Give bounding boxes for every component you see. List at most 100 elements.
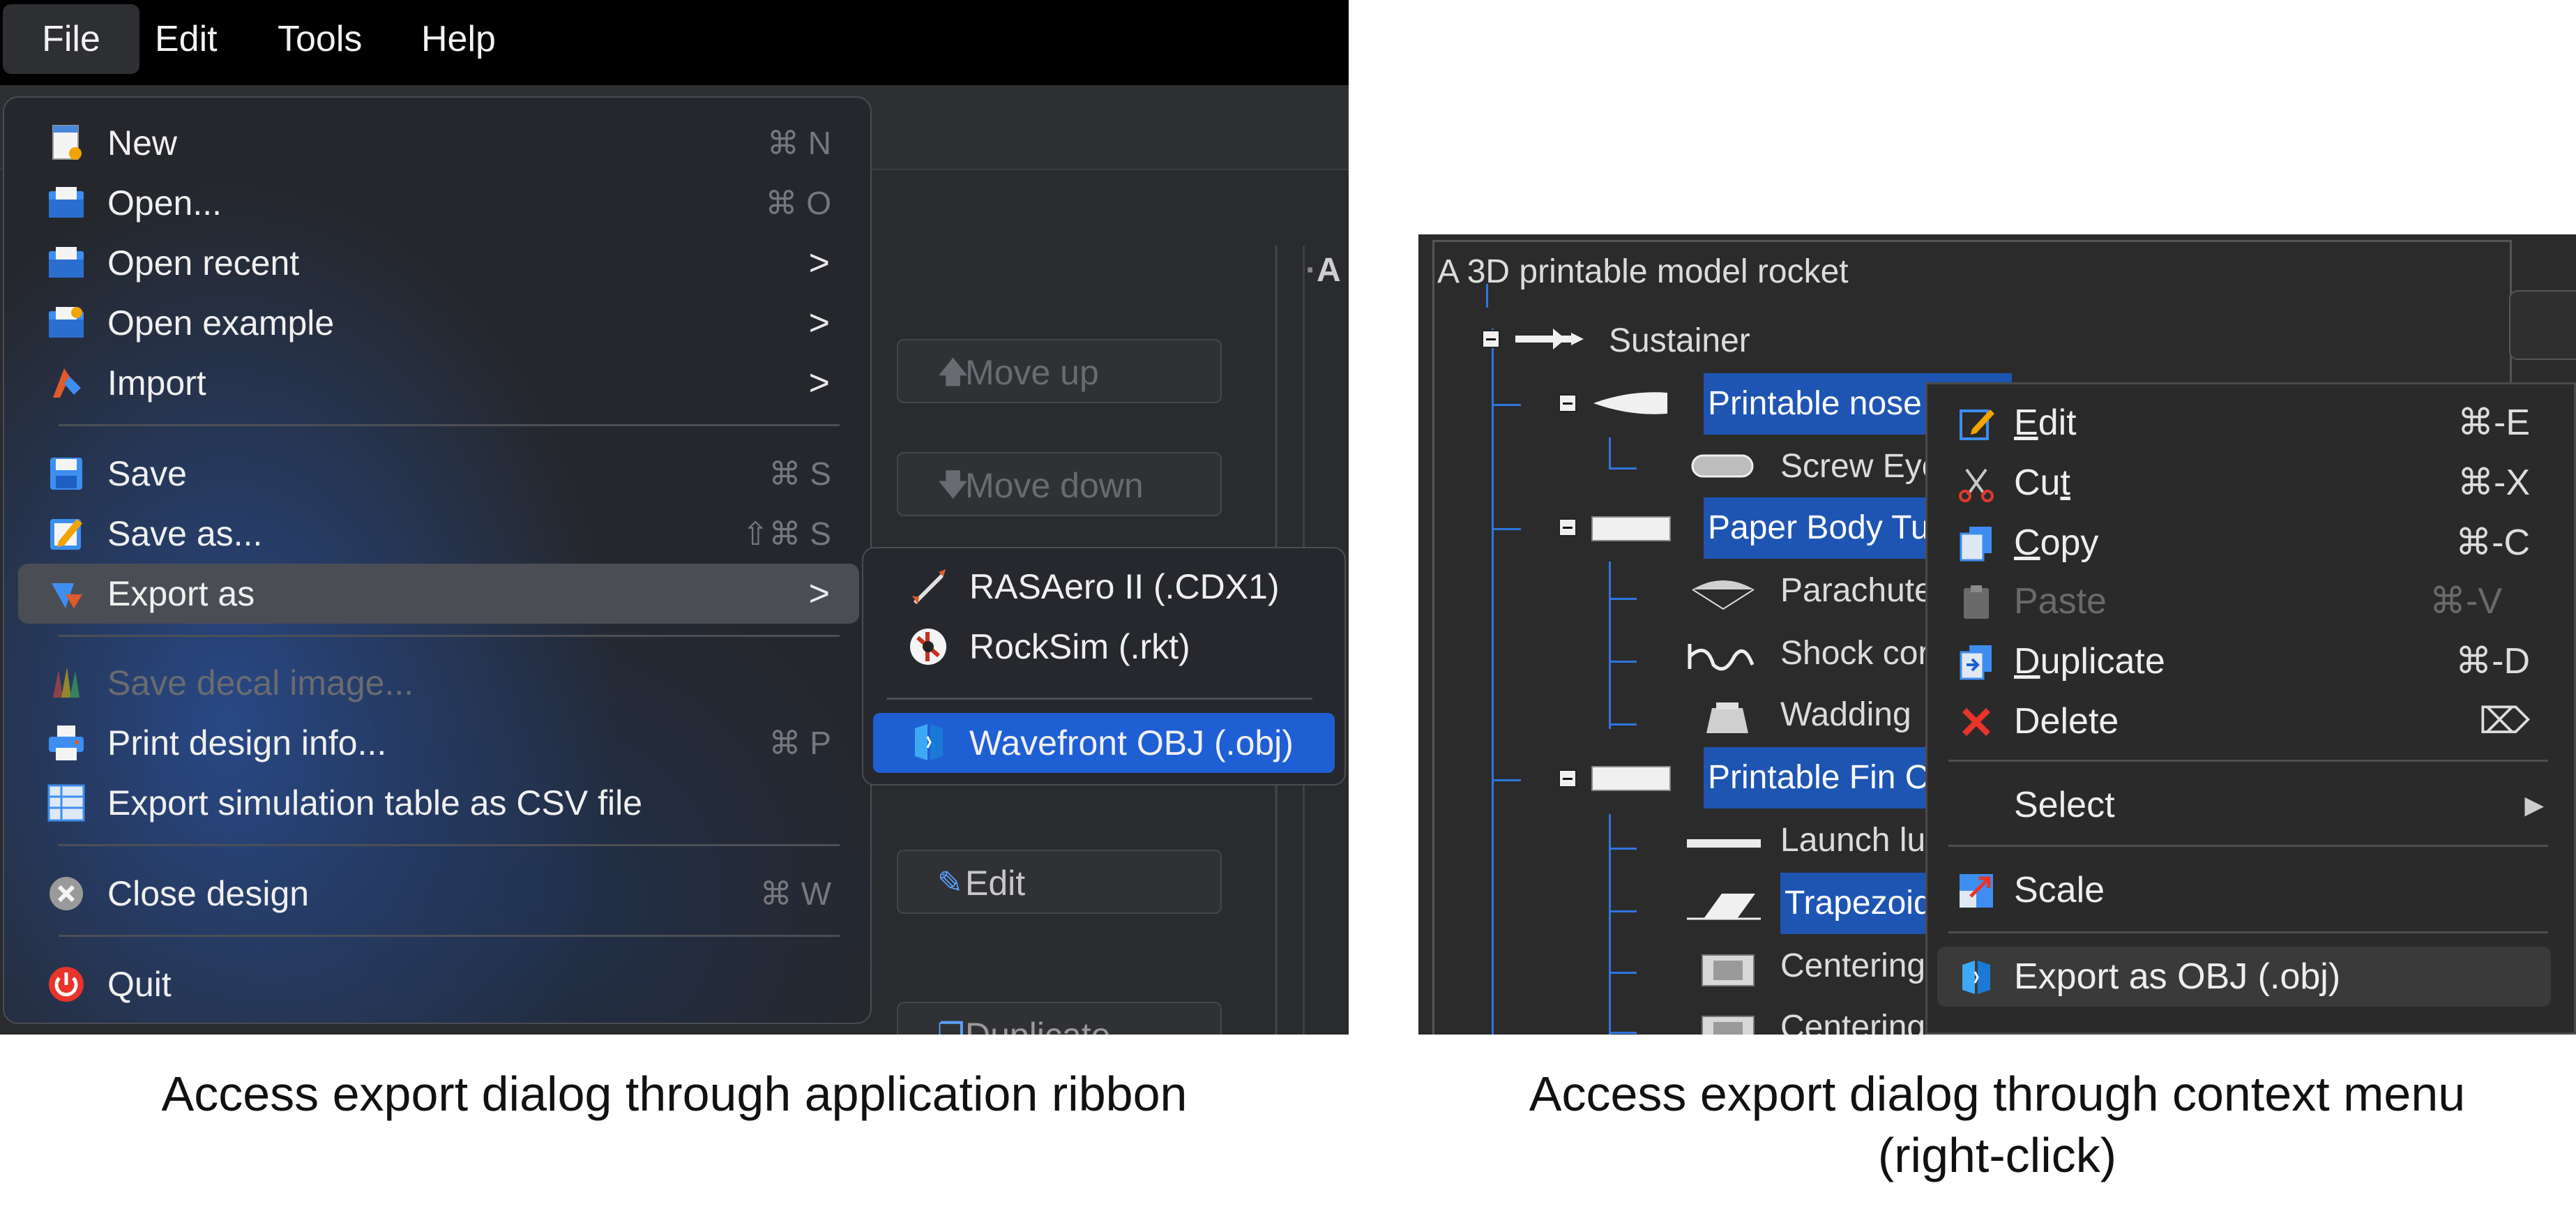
copy-icon <box>1960 527 1992 562</box>
new-file-icon <box>52 125 82 160</box>
menu-item-close-design[interactable]: Close design ⌘ W <box>18 864 859 924</box>
centering-ring-icon <box>1702 1016 1755 1035</box>
chevron-right-icon: > <box>808 363 830 403</box>
app-ribbon-screenshot: File Edit Tools Help ·A 🡅 Move up 🡇 Move d… <box>0 0 1349 1035</box>
edit-icon <box>1960 409 1994 440</box>
body-tube-icon <box>1591 516 1671 541</box>
menu-separator <box>59 635 840 637</box>
collapse-toggle[interactable] <box>1559 518 1577 536</box>
submenu-arrow-icon: ▶ <box>2524 790 2544 819</box>
delete-key-icon: ⌦ <box>2478 701 2530 742</box>
menubar-file[interactable]: File <box>3 4 139 74</box>
duplicate-button[interactable]: ❐Duplicate <box>897 1002 1222 1035</box>
submenu-item-wavefront-obj[interactable]: Wavefront OBJ (.obj) <box>873 713 1335 773</box>
submenu-item-rocksim[interactable]: RockSim (.rkt) <box>873 617 1335 677</box>
submenu-item-rasaero[interactable]: RASAero II (.CDX1) <box>873 557 1335 617</box>
tree-line <box>1493 528 1521 530</box>
move-up-button[interactable]: 🡅 Move up <box>897 339 1222 403</box>
edit-button[interactable]: ✎ Edit <box>897 850 1222 914</box>
caption-right: Access export dialog through context men… <box>1418 1063 2576 1186</box>
duplicate-icon: ❐ <box>937 1003 964 1035</box>
menu-item-export-as[interactable]: Export as > <box>18 564 859 624</box>
scissors-icon <box>1959 468 1994 502</box>
decal-icon <box>53 667 79 698</box>
csv-table-icon <box>47 784 85 822</box>
menu-separator <box>1948 845 2548 847</box>
caption-right-line2: (right-click) <box>1877 1128 2117 1182</box>
menu-separator <box>1948 931 2548 933</box>
menu-separator <box>1948 760 2548 762</box>
tree-line <box>1609 848 1637 850</box>
context-item-copy[interactable]: Copy ⌘-C <box>1937 513 2551 573</box>
tree-line <box>1609 562 1611 729</box>
menu-item-new[interactable]: New ⌘ N <box>18 113 859 173</box>
context-item-export-obj[interactable]: Export as OBJ (.obj) <box>1937 947 2551 1007</box>
collapse-toggle[interactable] <box>1559 394 1577 412</box>
context-item-paste: Paste ⌘-V <box>1937 571 2551 631</box>
menu-item-open[interactable]: Open... ⌘ O <box>18 173 859 233</box>
menubar-help[interactable]: Help <box>421 0 496 78</box>
centering-ring-icon <box>1702 954 1755 986</box>
menubar-tools[interactable]: Tools <box>278 0 362 78</box>
menu-item-export-csv[interactable]: Export simulation table as CSV file <box>18 773 859 833</box>
menubar-edit[interactable]: Edit <box>155 0 218 78</box>
collapse-toggle[interactable] <box>1482 330 1500 348</box>
menu-item-quit[interactable]: Quit <box>18 954 859 1014</box>
menu-item-save-as[interactable]: Save as... ⇧⌘ S <box>18 504 859 564</box>
menu-item-import[interactable]: Import > <box>18 353 859 413</box>
tree-node-centering-ring[interactable]: Centering <box>1780 935 1925 997</box>
obj-cube-icon <box>1962 961 1990 994</box>
menu-item-save[interactable]: Save ⌘ S <box>18 444 859 504</box>
delete-x-icon <box>1962 708 1990 736</box>
context-item-edit[interactable]: Edit ⌘-E <box>1937 393 2551 453</box>
context-item-delete[interactable]: Delete ⌦ <box>1937 691 2551 751</box>
chevron-right-icon: > <box>808 303 830 343</box>
tree-node-sustainer[interactable]: Sustainer <box>1609 310 1750 372</box>
tree-node-launch-lug[interactable]: Launch lug <box>1780 810 1944 871</box>
nosecone-icon <box>1593 392 1667 414</box>
tree-line <box>1609 723 1637 725</box>
column-label: ·A <box>1305 252 1341 289</box>
context-item-cut[interactable]: Cut ⌘-X <box>1937 453 2551 513</box>
mnemonic: t <box>2060 463 2070 503</box>
trapezoidal-fin-icon <box>1687 894 1761 920</box>
wadding-icon <box>1706 702 1748 733</box>
duplicate-icon <box>1960 645 1992 680</box>
arrow-down-icon: 🡇 <box>937 468 969 502</box>
context-item-duplicate[interactable]: Duplicate ⌘-D <box>1937 631 2551 691</box>
launch-lug-icon <box>1687 839 1761 848</box>
collapse-toggle[interactable] <box>1559 769 1577 788</box>
context-item-select[interactable]: Select ▶ <box>1937 775 2551 835</box>
tree-node-centering-ring[interactable]: Centering <box>1780 997 1925 1035</box>
move-down-button[interactable]: 🡇 Move down <box>897 452 1222 516</box>
context-menu: Edit ⌘-E Cut ⌘-X Copy ⌘-C Paste ⌘-V Dupl… <box>1925 382 2576 1035</box>
open-folder-icon <box>49 187 84 218</box>
close-design-icon <box>50 877 83 910</box>
print-icon <box>49 725 84 760</box>
tree-line <box>1609 910 1637 912</box>
side-button[interactable] <box>2509 290 2576 360</box>
rocksim-icon <box>910 629 946 665</box>
tree-node-wadding[interactable]: Wadding <box>1780 684 1911 746</box>
menu-item-print-design-info[interactable]: Print design info... ⌘ P <box>18 713 859 773</box>
export-icon <box>52 583 82 608</box>
context-item-scale[interactable]: Scale <box>1937 860 2551 920</box>
menu-separator <box>887 698 1312 700</box>
tree-line <box>1609 437 1611 469</box>
caption-right-line1: Access export dialog through context men… <box>1529 1067 2466 1121</box>
sustainer-icon <box>1515 329 1584 349</box>
parachute-icon <box>1692 580 1755 610</box>
menu-separator <box>59 424 840 426</box>
menu-item-open-recent[interactable]: Open recent > <box>18 233 859 293</box>
tree-node-shock-cord[interactable]: Shock cord <box>1780 623 1948 684</box>
menu-item-save-decal: Save decal image... <box>18 653 859 713</box>
obj-cube-icon <box>915 724 943 760</box>
menu-item-open-example[interactable]: Open example > <box>18 293 859 353</box>
tree-node-parachute[interactable]: Parachute <box>1780 560 1933 622</box>
tree-line <box>1609 661 1637 663</box>
quit-icon <box>49 967 84 1002</box>
scale-icon <box>1960 874 1993 908</box>
tree-node-screw-eye[interactable]: Screw Eye <box>1780 436 1940 497</box>
tree-line <box>1609 598 1637 600</box>
export-submenu: RASAero II (.CDX1) RockSim (.rkt) Wavefr… <box>862 547 1346 785</box>
